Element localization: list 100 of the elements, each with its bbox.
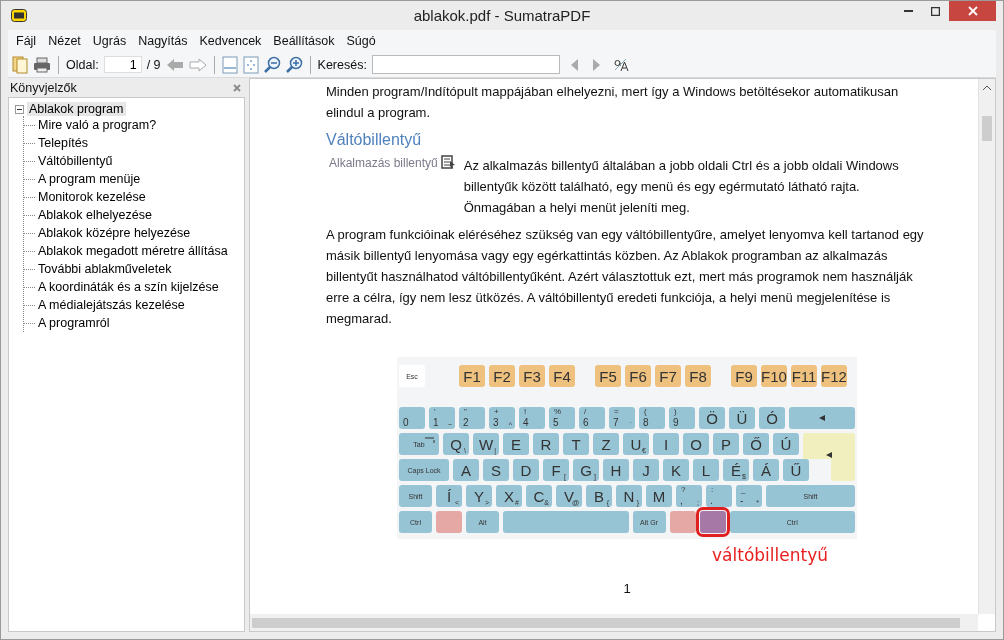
open-button[interactable] [12, 55, 28, 74]
bookmark-item[interactable]: Ablakok megadott méretre állítása [36, 244, 230, 258]
page-label: Oldal: [66, 57, 99, 72]
keyboard-key: R [533, 433, 559, 455]
function-key: F12 [821, 365, 847, 387]
menu-key-icon [440, 155, 456, 170]
bookmark-item[interactable]: Telepítés [36, 136, 91, 150]
horizontal-scrollbar[interactable] [250, 614, 978, 631]
image-caption: Alkalmazás billentyű [329, 155, 438, 170]
window-title: ablakok.pdf - SumatraPDF [412, 7, 592, 24]
bookmark-item[interactable]: Váltóbillentyű [36, 154, 115, 168]
keyboard-key: Á [753, 459, 779, 481]
bookmark-item[interactable]: Ablakok program [27, 102, 126, 116]
keyboard-key: I [653, 433, 679, 455]
section-heading: Váltóbillentyű [326, 131, 423, 149]
function-key: F4 [549, 365, 575, 387]
keyboard-key: L [693, 459, 719, 481]
keyboard-key: ! 4 [519, 407, 545, 429]
function-key: F2 [489, 365, 515, 387]
keyboard-key: / 6 [579, 407, 605, 429]
collapse-icon[interactable] [15, 104, 24, 114]
page-field[interactable]: 1 [103, 56, 142, 73]
keyboard-key: Ó [759, 407, 785, 429]
keyboard-key: Ü [729, 407, 755, 429]
print-button[interactable] [33, 56, 51, 73]
keyboard-key: Ö [699, 407, 725, 429]
figure-caption: váltóbillentyű [712, 545, 829, 565]
function-key: F9 [731, 365, 757, 387]
keyboard-key: " 2 [459, 407, 485, 429]
keyboard-key: P [713, 433, 739, 455]
zoom-in-button[interactable] [285, 56, 303, 73]
back-button[interactable] [165, 57, 184, 72]
scroll-up-icon[interactable] [983, 85, 991, 90]
page-count: / 9 [146, 57, 161, 72]
keyboard-key: T [563, 433, 589, 455]
bookmark-item[interactable]: A programról [36, 316, 112, 330]
paragraph: Az alkalmazás billentyű általában a jobb oldali Ctrl és a jobb oldali Windows billentyűk között található, egy menü és egy egérmutató látható rajta. Önmagában a helyi menüt jeleníti meg. [463, 157, 900, 217]
keyboard-key: E [503, 433, 529, 455]
menu-item[interactable]: Fájl [10, 34, 43, 48]
function-key: F5 [595, 365, 621, 387]
close-button[interactable] [949, 1, 996, 21]
minimize-icon [904, 10, 913, 12]
keyboard-key: S [483, 459, 509, 481]
pdf-logo-icon [11, 9, 27, 22]
keyboard-key: Ű [783, 459, 809, 481]
keyboard-key: K [663, 459, 689, 481]
menu-item[interactable]: Súgó [340, 34, 382, 48]
page-number: 1 [623, 581, 631, 597]
bookmark-item[interactable]: Mire való a program? [36, 118, 159, 132]
keyboard-key: ( 8 [639, 407, 665, 429]
fit-page-button[interactable] [242, 55, 259, 74]
bookmark-item[interactable]: Monitorok kezelése [36, 190, 148, 204]
previous-match-button[interactable] [570, 58, 579, 71]
next-match-button[interactable] [591, 58, 600, 71]
function-key: F10 [761, 365, 787, 387]
tab-arrow-icon [425, 437, 435, 443]
vertical-scrollbar[interactable] [978, 79, 995, 614]
scrollbar-thumb[interactable] [252, 617, 960, 628]
zoom-out-button[interactable] [263, 56, 281, 73]
keyboard-key: H [603, 459, 629, 481]
keyboard-key: 0 [399, 407, 425, 429]
scrollbar-thumb[interactable] [982, 116, 992, 141]
match-case-button[interactable] [612, 57, 629, 72]
bookmark-item[interactable]: Ablakok elhelyezése [36, 208, 154, 222]
menu-item[interactable]: Nézet [42, 34, 87, 48]
bookmark-item[interactable]: A médialejátszás kezelése [36, 298, 187, 312]
menu-item[interactable]: Nagyítás [132, 34, 194, 48]
close-panel-button[interactable] [233, 83, 241, 92]
keyboard-key: : . [706, 485, 732, 507]
bookmark-item[interactable]: Ablakok középre helyezése [36, 226, 193, 240]
fit-width-button[interactable] [221, 55, 238, 74]
bookmark-item[interactable]: A program menüje [36, 172, 143, 186]
keyboard-key: J [633, 459, 659, 481]
keyboard-key: M [646, 485, 672, 507]
keyboard-key: A [453, 459, 479, 481]
function-key: F3 [519, 365, 545, 387]
function-key: F11 [791, 365, 817, 387]
search-label: Keresés: [317, 57, 367, 72]
menu-item[interactable]: Ugrás [86, 34, 133, 48]
panel-title: Könyvjelzők [10, 80, 77, 95]
menu-item[interactable]: Beállítások [267, 34, 341, 48]
search-field[interactable] [371, 55, 560, 74]
arrow-icon [819, 415, 825, 421]
keyboard-key: ) 9 [669, 407, 695, 429]
keyboard-key: Ő [743, 433, 769, 455]
function-key: F8 [685, 365, 711, 387]
bookmark-item[interactable]: További ablakműveletek [36, 262, 174, 276]
arrow-icon [826, 452, 832, 458]
maximize-icon [931, 6, 940, 16]
function-key: F1 [459, 365, 485, 387]
keyboard-key: O [683, 433, 709, 455]
keyboard-key: Ú [773, 433, 799, 455]
bookmark-item[interactable]: A koordináták és a szín kijelzése [36, 280, 221, 294]
keyboard-key: Z [593, 433, 619, 455]
keyboard-key: % 5 [549, 407, 575, 429]
keyboard-key: D [513, 459, 539, 481]
menu-item[interactable]: Kedvencek [193, 34, 268, 48]
paragraph: Minden program/Indítópult mappájában elhelyezni, mert így a Windows betöltésekor automatikusan elindul a program. [326, 83, 900, 122]
forward-button[interactable] [188, 57, 207, 72]
close-icon [967, 6, 978, 16]
